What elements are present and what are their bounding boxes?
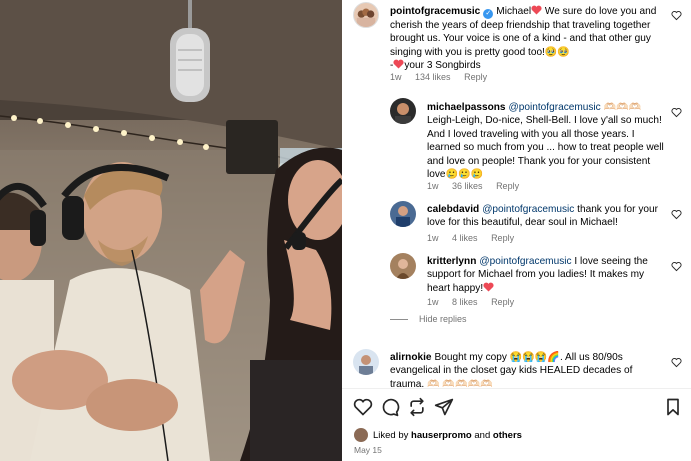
alirnokie-avatar[interactable] — [353, 349, 379, 375]
verified-badge-icon: ✓ — [483, 9, 494, 19]
like-caption-button[interactable] — [670, 9, 682, 21]
caption-likes-count[interactable]: 134 likes — [415, 72, 451, 82]
comment-likes-count[interactable]: 8 likes — [452, 297, 478, 307]
comment-mention-link[interactable]: @pointofgracemusic — [509, 102, 601, 113]
heart-outline-icon — [670, 261, 682, 271]
studio-photo-illustration — [0, 0, 342, 461]
hide-replies-label: Hide replies — [419, 314, 467, 324]
comment-username[interactable]: kritterlynn — [427, 256, 476, 267]
actions-divider — [342, 388, 691, 389]
liked-by-row: Liked by hauserpromo and others — [354, 427, 522, 443]
comment-age: 1w — [427, 181, 439, 191]
red-heart-emoji-icon — [531, 5, 542, 15]
caption-text-mention: Michael — [496, 6, 532, 17]
comment-username[interactable]: alirnokie — [390, 352, 432, 363]
liked-by-prefix: Liked by — [373, 429, 409, 441]
caption-age: 1w — [390, 72, 402, 82]
calebdavid-avatar[interactable] — [390, 201, 416, 227]
save-post-button[interactable] — [662, 396, 684, 418]
comment-likes-count[interactable]: 4 likes — [452, 233, 478, 243]
like-comment-button[interactable] — [670, 260, 682, 272]
hide-replies-button[interactable]: Hide replies — [390, 314, 467, 324]
comment-mention-link[interactable]: @pointofgracemusic — [479, 256, 571, 267]
paper-plane-icon — [434, 398, 454, 416]
comment-age: 1w — [427, 297, 439, 307]
liked-by-user-link[interactable]: hauserpromo — [411, 430, 472, 441]
comments-panel: pointofgracemusic ✓ Michael We sure do lov… — [342, 0, 691, 461]
heart-outline-icon — [670, 357, 682, 367]
person-photo-icon — [395, 103, 411, 124]
caption-text-signature: your 3 Songbirds — [404, 60, 481, 72]
heart-outline-icon — [353, 398, 373, 416]
like-comment-button[interactable] — [670, 208, 682, 220]
bookmark-icon — [667, 398, 679, 416]
like-post-button[interactable] — [352, 396, 374, 418]
post-action-bar — [342, 396, 691, 422]
comment-reply-button[interactable]: Reply — [491, 297, 514, 307]
like-comment-button[interactable] — [670, 356, 682, 368]
hide-replies-line — [390, 318, 408, 320]
repost-button[interactable] — [406, 396, 428, 418]
share-button[interactable] — [433, 396, 455, 418]
like-comment-button[interactable] — [670, 106, 682, 118]
comment-bubble-icon — [382, 398, 400, 417]
comments-list: pointofgracemusic ✓ Michael We sure do lov… — [342, 0, 691, 388]
person-photo-icon — [396, 206, 410, 227]
comment-username[interactable]: calebdavid — [427, 204, 479, 215]
heart-outline-icon — [670, 107, 682, 117]
comment-meta: 1w 8 likes Reply — [427, 297, 525, 307]
person-photo-icon — [396, 259, 410, 279]
comment-age: 1w — [427, 233, 439, 243]
liked-by-and: and — [474, 429, 491, 441]
comment-reply-button[interactable]: Reply — [496, 181, 519, 191]
liked-by-others-link[interactable]: others — [493, 430, 522, 441]
person-photo-icon — [359, 355, 373, 375]
group-photo-icon — [356, 8, 376, 27]
comment-body: 🫶🏻🫶🏻🫶🏻 Leigh-Leigh, Do-nice, Shell-Bell.… — [427, 102, 664, 181]
heart-outline-icon — [670, 209, 682, 219]
caption-meta: 1w 134 likes Reply — [390, 72, 498, 82]
liked-by-avatar[interactable] — [354, 428, 368, 442]
michaelpassons-avatar[interactable] — [390, 98, 416, 124]
post-photo — [0, 0, 342, 461]
caption-reply-button[interactable]: Reply — [464, 72, 487, 82]
post-date[interactable]: May 15 — [354, 445, 382, 455]
pointofgracemusic-avatar[interactable] — [353, 2, 379, 28]
red-heart-emoji-icon — [483, 282, 494, 292]
comment-mention-link[interactable]: @pointofgracemusic — [482, 204, 574, 215]
comment-reply-button[interactable]: Reply — [491, 233, 514, 243]
comment-likes-count[interactable]: 36 likes — [452, 181, 483, 191]
comment-meta: 1w 4 likes Reply — [427, 233, 525, 243]
caption-username[interactable]: pointofgracemusic — [390, 6, 480, 17]
repost-icon — [410, 397, 424, 417]
kritterlynn-avatar[interactable] — [390, 253, 416, 279]
comment-username[interactable]: michaelpassons — [427, 102, 506, 113]
comment-button[interactable] — [379, 396, 401, 418]
comment-meta: 1w 36 likes Reply — [427, 181, 530, 191]
heart-outline-icon — [670, 10, 682, 20]
red-heart-emoji-icon — [393, 59, 404, 69]
